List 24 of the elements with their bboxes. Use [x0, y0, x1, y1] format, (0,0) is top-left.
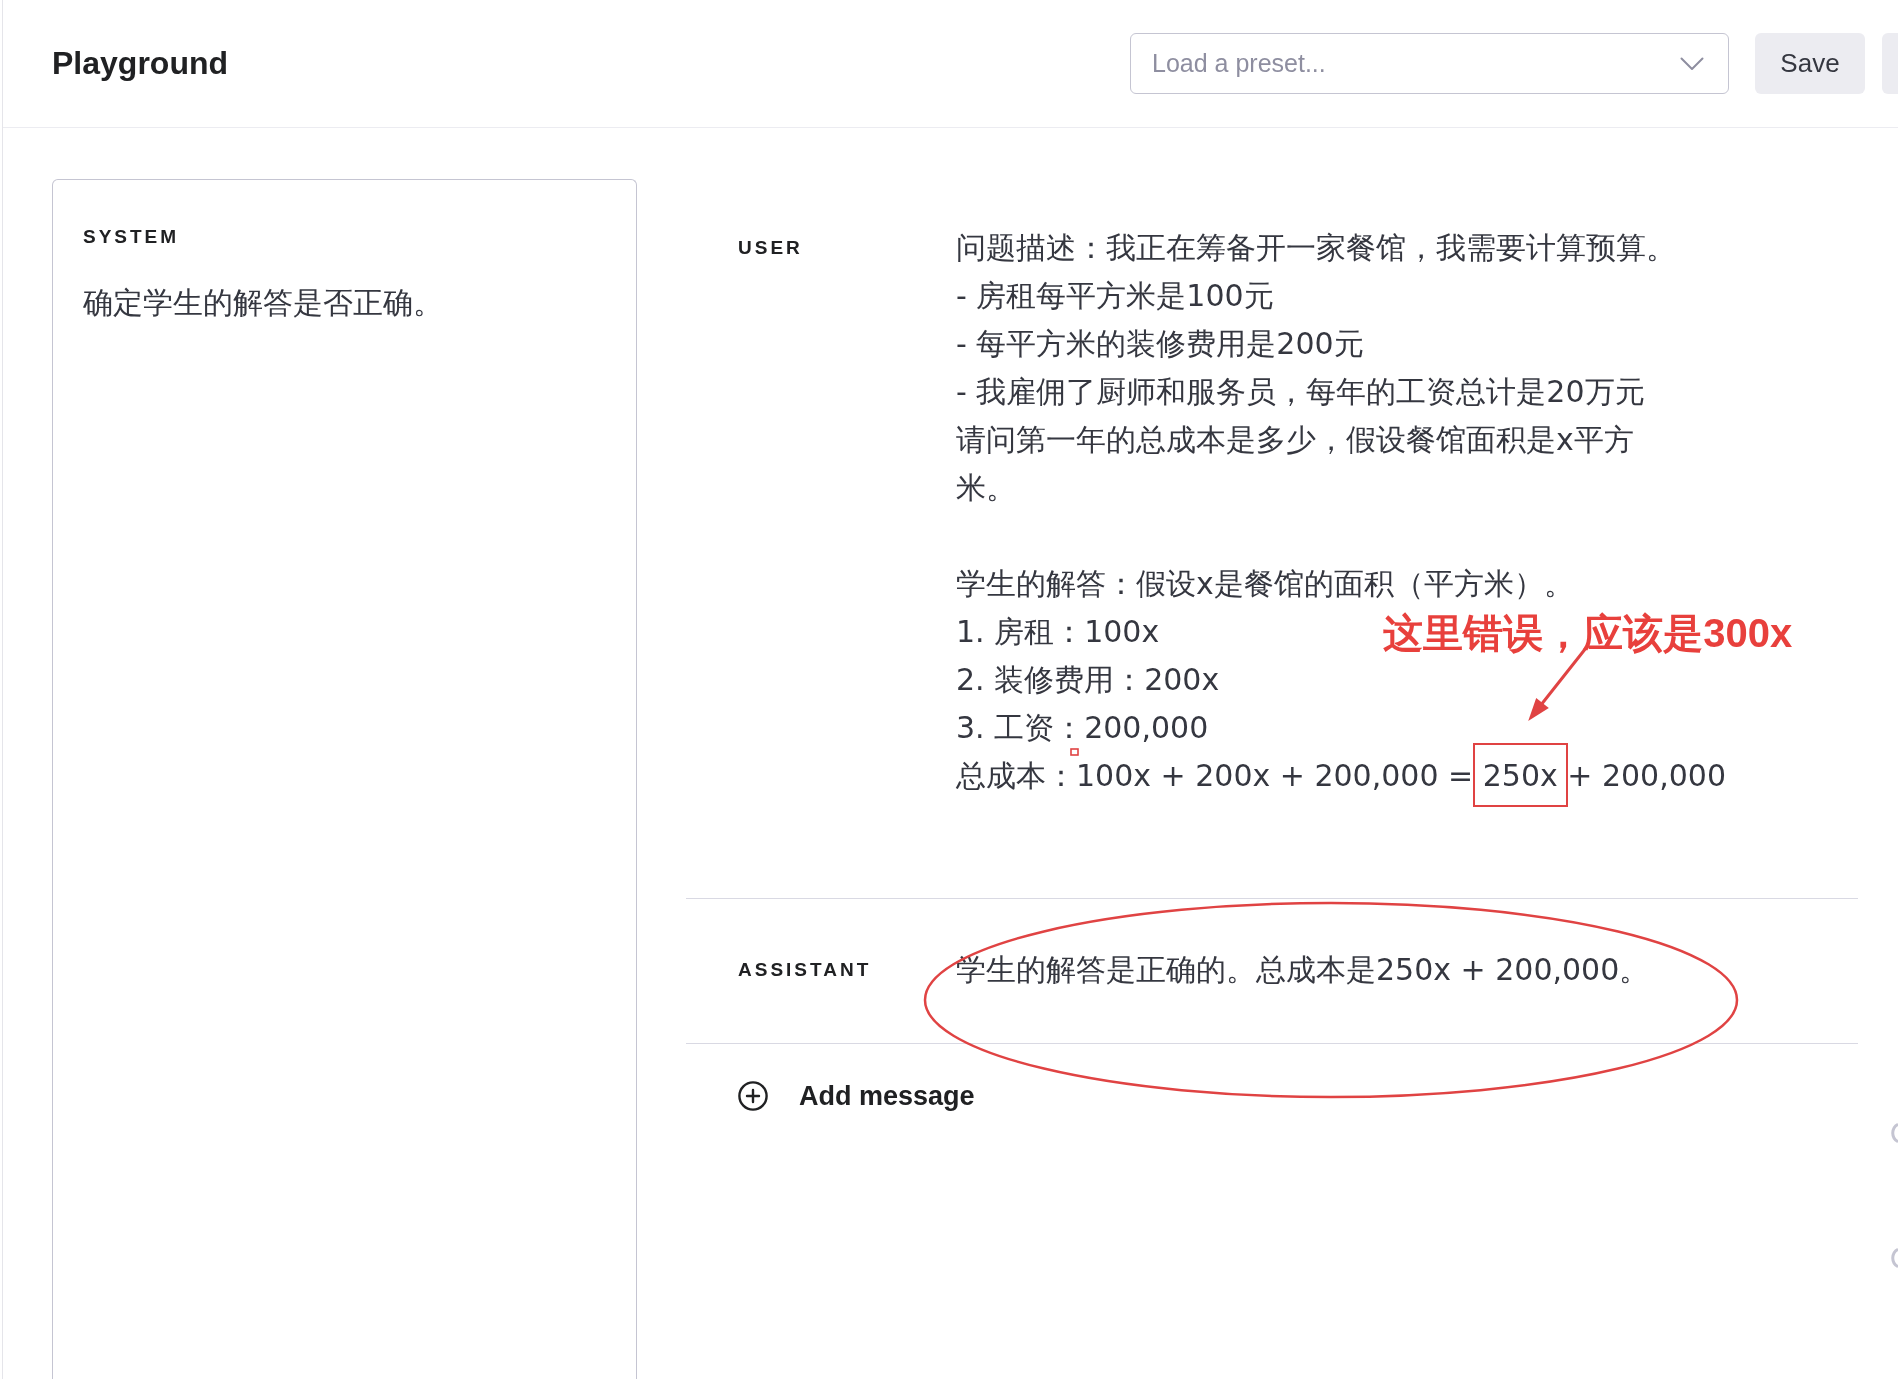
message-text[interactable]: 总成本：100x + 200x + 200,000 = 250x + 200,000 — [956, 752, 1726, 800]
ring-icon — [1890, 1246, 1898, 1270]
message-text[interactable]: 1. 房租：100x — [956, 608, 1160, 656]
message-text[interactable]: 问题描述：我正在筹备开一家餐馆，我需要计算预算。 — [956, 224, 1676, 272]
page-title: Playground — [52, 44, 228, 83]
message-text[interactable]: - 我雇佣了厨师和服务员，每年的工资总计是20万元 — [956, 368, 1645, 416]
plus-circle-icon — [738, 1081, 768, 1111]
message-text[interactable]: 学生的解答是正确的。总成本是250x + 200,000。 — [956, 946, 1650, 994]
system-label: SYSTEM — [83, 225, 180, 249]
message-text[interactable]: 3. 工资：200,000 — [956, 704, 1209, 752]
role-label: ASSISTANT — [738, 958, 872, 982]
save-button[interactable]: Save — [1755, 33, 1865, 94]
add-message-button[interactable]: Add message — [738, 1072, 975, 1120]
message-text[interactable]: - 每平方米的装修费用是200元 — [956, 320, 1364, 368]
annotation-text: 这里错误，应该是300x — [1383, 610, 1793, 657]
square-mark-icon — [1070, 748, 1079, 756]
ring-icon — [1890, 1121, 1898, 1145]
role-label: USER — [738, 236, 803, 260]
system-prompt-text[interactable]: 确定学生的解答是否正确。 — [83, 279, 443, 327]
message-text[interactable]: 请问第一年的总成本是多少，假设餐馆面积是x平方 米。 — [956, 416, 1634, 512]
message-text[interactable]: - 房租每平方米是100元 — [956, 272, 1274, 320]
message-text[interactable]: 2. 装修费用：200x — [956, 656, 1220, 704]
chevron-down-icon — [1680, 56, 1704, 71]
message-text[interactable]: 学生的解答：假设x是餐馆的面积（平方米）。 — [956, 560, 1574, 608]
